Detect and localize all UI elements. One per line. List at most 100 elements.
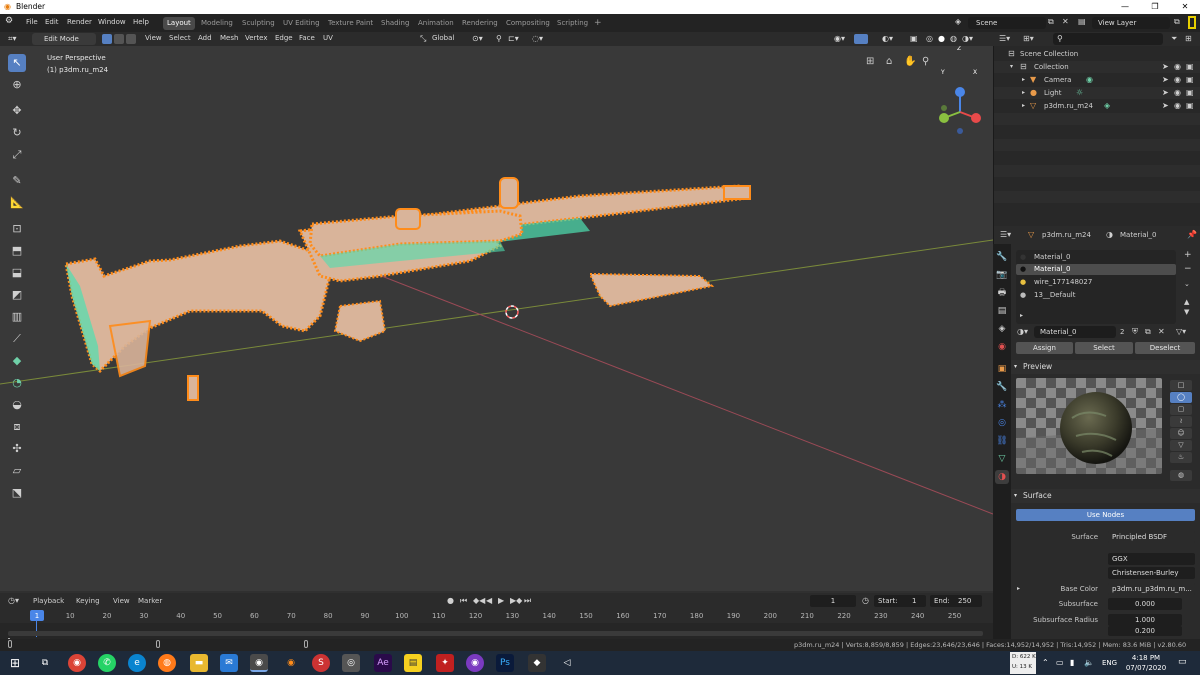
- select-box-tool-icon[interactable]: ↖: [8, 54, 26, 72]
- new-scene-icon[interactable]: ⧉: [1048, 17, 1054, 27]
- material-name-field[interactable]: Material_0: [1034, 326, 1116, 338]
- tab-layout[interactable]: Layout: [163, 17, 195, 30]
- view-layer-tab-icon[interactable]: ▤: [995, 304, 1009, 318]
- tab-uv-editing[interactable]: UV Editing: [279, 17, 324, 30]
- timeline-menu-view[interactable]: View: [113, 597, 130, 605]
- xray-icon[interactable]: ▣: [910, 34, 918, 43]
- mail-icon[interactable]: ✉: [220, 654, 238, 672]
- chrome-icon[interactable]: ◉: [68, 654, 86, 672]
- volume-icon[interactable]: 🔈: [1084, 658, 1094, 667]
- pan-icon[interactable]: ✋: [904, 56, 916, 67]
- gizmo-toggle-icon[interactable]: [854, 34, 868, 44]
- sticky-notes-icon[interactable]: ▤: [404, 654, 422, 672]
- expand-icon[interactable]: ▸: [1022, 100, 1025, 112]
- list-item[interactable]: ● Material_0: [1016, 252, 1176, 263]
- tab-scripting[interactable]: Scripting: [553, 17, 592, 30]
- move-down-icon[interactable]: ▼: [1184, 308, 1189, 316]
- next-keyframe-icon[interactable]: ▶◆: [510, 596, 522, 605]
- material-browse-icon[interactable]: ◑▾: [1017, 327, 1028, 336]
- cube-preview-icon[interactable]: ▢: [1170, 404, 1192, 415]
- list-item[interactable]: ● 13__Default: [1016, 290, 1176, 301]
- unlink-material-icon[interactable]: ✕: [1158, 327, 1165, 336]
- visibility-eye-icon[interactable]: ◉: [1174, 100, 1181, 112]
- move-tool-icon[interactable]: ✥: [8, 102, 26, 120]
- pin-icon[interactable]: 📌: [1187, 230, 1197, 239]
- move-up-icon[interactable]: ▲: [1184, 298, 1189, 306]
- properties-editor-icon[interactable]: ☰▾: [1000, 230, 1011, 239]
- delete-scene-icon[interactable]: ✕: [1062, 17, 1069, 26]
- prev-keyframe-icon[interactable]: ◆◀: [473, 596, 485, 605]
- select-toggle-icon[interactable]: ➤: [1162, 100, 1169, 112]
- overlay-icon[interactable]: ◐▾: [882, 34, 893, 43]
- editor-type-icon[interactable]: ⌗▾: [8, 34, 17, 44]
- unity-icon[interactable]: ◆: [528, 654, 546, 672]
- scale-tool-icon[interactable]: ⤢: [8, 146, 26, 164]
- menu-window[interactable]: Window: [98, 18, 126, 26]
- notifications-icon[interactable]: ▭: [1178, 657, 1187, 667]
- vp-menu-edge[interactable]: Edge: [275, 34, 293, 42]
- jump-start-icon[interactable]: ⏮: [460, 596, 467, 606]
- render-camera-icon[interactable]: ▣: [1186, 100, 1194, 112]
- close-button[interactable]: ✕: [1170, 0, 1200, 14]
- output-tab-icon[interactable]: 🖶: [995, 286, 1009, 300]
- subsurface-radius-y-field[interactable]: 0.200: [1108, 626, 1182, 636]
- clock[interactable]: 4:18 PM 07/07/2020: [1124, 653, 1168, 673]
- material-users-count[interactable]: 2: [1120, 328, 1124, 336]
- list-expand-icon[interactable]: ▸: [1020, 312, 1023, 319]
- object-tab-icon[interactable]: ▣: [995, 362, 1009, 376]
- shear-tool-icon[interactable]: ▱: [8, 462, 26, 480]
- rip-tool-icon[interactable]: ⬔: [8, 484, 26, 502]
- tab-texture-paint[interactable]: Texture Paint: [324, 17, 377, 30]
- extrude-tool-icon[interactable]: ⬒: [8, 242, 26, 260]
- outliner-item-camera[interactable]: ▸ ▼ Camera ◉ ➤ ◉ ▣: [994, 74, 1200, 86]
- shrink-fatten-tool-icon[interactable]: ✣: [8, 440, 26, 458]
- view-layer-toggle[interactable]: [1188, 16, 1196, 29]
- render-camera-icon[interactable]: ▣: [1186, 87, 1194, 99]
- orientation-selector[interactable]: Global: [432, 34, 454, 42]
- physics-tab-icon[interactable]: ◎: [995, 416, 1009, 430]
- jump-end-icon[interactable]: ⏭: [524, 596, 531, 606]
- vp-menu-add[interactable]: Add: [198, 34, 212, 42]
- battery-icon[interactable]: ▮: [1070, 658, 1074, 667]
- render-camera-icon[interactable]: ▣: [1186, 74, 1194, 86]
- surface-panel-header[interactable]: ▾ Surface: [1011, 489, 1200, 503]
- edge-slide-tool-icon[interactable]: ⧈: [8, 418, 26, 436]
- current-frame-field[interactable]: 1: [810, 595, 856, 607]
- inset-tool-icon[interactable]: ⬓: [8, 264, 26, 282]
- constraints-tab-icon[interactable]: ⛓: [995, 434, 1009, 448]
- sphere-preview-icon[interactable]: ◯: [1170, 392, 1192, 403]
- vp-menu-vertex[interactable]: Vertex: [245, 34, 268, 42]
- surface-shader-selector[interactable]: Principled BSDF: [1108, 531, 1195, 543]
- spin-tool-icon[interactable]: ◔: [8, 374, 26, 392]
- knife-tool-icon[interactable]: ⟋: [8, 330, 26, 348]
- new-view-layer-icon[interactable]: ⧉: [1174, 17, 1180, 27]
- annotate-tool-icon[interactable]: ✎: [8, 172, 26, 190]
- app-red-icon[interactable]: ✦: [436, 654, 454, 672]
- smooth-tool-icon[interactable]: ◒: [8, 396, 26, 414]
- zoom-icon[interactable]: ⚲: [922, 56, 929, 67]
- new-material-icon[interactable]: ⧉: [1145, 327, 1151, 337]
- menu-help[interactable]: Help: [133, 18, 149, 26]
- display-mode-icon[interactable]: ⊞▾: [1023, 34, 1034, 43]
- loop-cut-tool-icon[interactable]: ▥: [8, 308, 26, 326]
- gizmo-x-label[interactable]: X: [973, 69, 977, 76]
- tool-tab-icon[interactable]: 🔧: [995, 250, 1009, 264]
- base-color-texture[interactable]: p3dm.ru_p3dm.ru_m...: [1108, 583, 1195, 595]
- vp-menu-uv[interactable]: UV: [323, 34, 333, 42]
- wireframe-shading-icon[interactable]: ◎: [926, 34, 933, 43]
- select-button[interactable]: Select: [1075, 342, 1133, 354]
- tab-sculpting[interactable]: Sculpting: [238, 17, 279, 30]
- proportional-edit-icon[interactable]: ◌▾: [532, 34, 543, 43]
- outliner-item-light[interactable]: ▸ ● Light ☼ ➤ ◉ ▣: [994, 87, 1200, 99]
- mode-selector[interactable]: Edit Mode: [32, 33, 96, 45]
- windows-start-icon[interactable]: ⊞: [6, 654, 24, 672]
- rendered-shading-icon[interactable]: ◑▾: [962, 34, 973, 43]
- expand-icon[interactable]: ▾: [1010, 61, 1013, 73]
- scene-selector[interactable]: Scene: [968, 17, 1046, 29]
- vp-menu-mesh[interactable]: Mesh: [220, 34, 238, 42]
- app-purple-icon[interactable]: ◉: [466, 654, 484, 672]
- timeline-menu-keying[interactable]: Keying: [76, 597, 100, 605]
- subsurface-field[interactable]: 0.000: [1108, 598, 1182, 610]
- scene-tab-icon[interactable]: ◈: [995, 322, 1009, 336]
- blender-alt-icon[interactable]: ◉: [282, 654, 300, 672]
